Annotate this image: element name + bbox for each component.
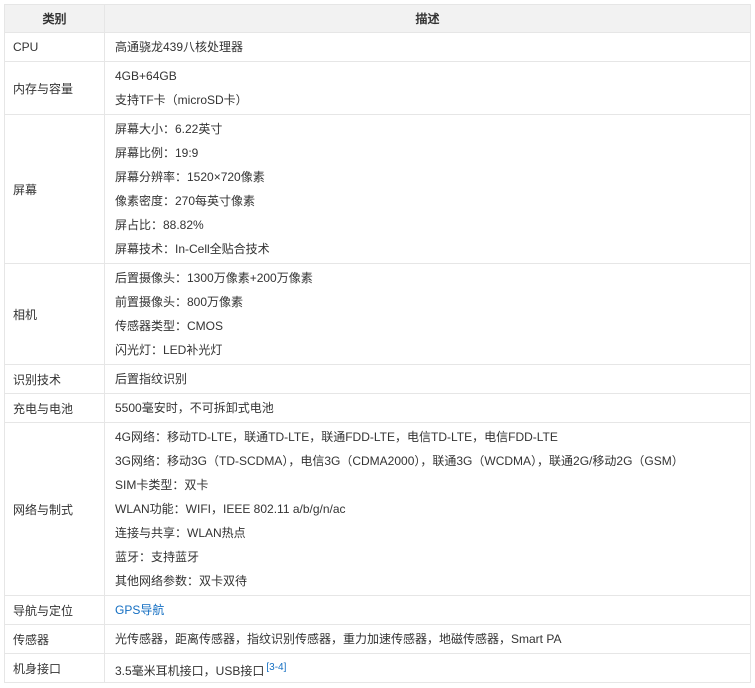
row-description: 5500毫安时，不可拆卸式电池 [104,393,751,423]
row-line: 3G网络：移动3G（TD-SCDMA），电信3G（CDMA2000），联通3G（… [115,454,684,468]
table-row: 导航与定位 GPS导航 [4,595,751,625]
row-line: WLAN功能：WIFI，IEEE 802.11 a/b/g/n/ac [115,502,346,516]
row-line: 光传感器，距离传感器，指纹识别传感器，重力加速传感器，地磁传感器，Smart P… [115,632,562,646]
gps-navigation-link[interactable]: GPS导航 [115,603,164,617]
row-category: 充电与电池 [4,393,105,423]
row-line: 3.5毫米耳机接口，USB接口 [115,664,265,678]
row-line: 屏幕比例：19:9 [115,146,199,160]
row-description: 高通骁龙439八核处理器 [104,32,751,62]
row-line: 4GB+64GB [115,69,177,83]
row-description: 后置指纹识别 [104,364,751,394]
row-line: 后置指纹识别 [115,372,188,386]
row-description: 3.5毫米耳机接口，USB接口 [3-4] [104,653,751,683]
row-line: 像素密度：270每英寸像素 [115,194,256,208]
table-row: 传感器 光传感器，距离传感器，指纹识别传感器，重力加速传感器，地磁传感器，Sma… [4,624,751,654]
row-line: 后置摄像头：1300万像素+200万像素 [115,271,313,285]
table-row: 屏幕 屏幕大小：6.22英寸 屏幕比例：19:9 屏幕分辨率：1520×720像… [4,114,751,264]
row-description: 光传感器，距离传感器，指纹识别传感器，重力加速传感器，地磁传感器，Smart P… [104,624,751,654]
row-line: 屏幕大小：6.22英寸 [115,122,223,136]
row-description: GPS导航 [104,595,751,625]
header-description: 描述 [104,4,751,33]
row-line: SIM卡类型：双卡 [115,478,209,492]
row-line: 其他网络参数：双卡双待 [115,574,248,588]
table-row: 充电与电池 5500毫安时，不可拆卸式电池 [4,393,751,423]
row-description: 4G网络：移动TD-LTE，联通TD-LTE，联通FDD-LTE，电信TD-LT… [104,422,751,596]
table-row: 内存与容量 4GB+64GB 支持TF卡（microSD卡） [4,61,751,115]
row-line: 4G网络：移动TD-LTE，联通TD-LTE，联通FDD-LTE，电信TD-LT… [115,430,558,444]
spec-table: 类别 描述 CPU 高通骁龙439八核处理器 内存与容量 4GB+64GB 支持… [4,4,751,683]
row-line: 前置摄像头：800万像素 [115,295,244,309]
row-category: 相机 [4,263,105,365]
table-row: 相机 后置摄像头：1300万像素+200万像素 前置摄像头：800万像素 传感器… [4,263,751,365]
row-line: 闪光灯：LED补光灯 [115,343,223,357]
table-row: 识别技术 后置指纹识别 [4,364,751,394]
header-category: 类别 [4,4,105,33]
row-category: 机身接口 [4,653,105,683]
row-category: 屏幕 [4,114,105,264]
row-category: 传感器 [4,624,105,654]
table-header-row: 类别 描述 [4,4,751,33]
row-description: 后置摄像头：1300万像素+200万像素 前置摄像头：800万像素 传感器类型：… [104,263,751,365]
row-line: 屏幕分辨率：1520×720像素 [115,170,265,184]
spec-table-container: 类别 描述 CPU 高通骁龙439八核处理器 内存与容量 4GB+64GB 支持… [0,0,755,683]
row-line: 蓝牙：支持蓝牙 [115,550,200,564]
row-line: 屏幕技术：In-Cell全贴合技术 [115,242,270,256]
row-category: 内存与容量 [4,61,105,115]
row-line: 连接与共享：WLAN热点 [115,526,246,540]
table-row: CPU 高通骁龙439八核处理器 [4,32,751,62]
row-line: 高通骁龙439八核处理器 [115,40,244,54]
row-line: 支持TF卡（microSD卡） [115,93,248,107]
row-category: 导航与定位 [4,595,105,625]
row-line: 5500毫安时，不可拆卸式电池 [115,401,274,415]
table-row: 网络与制式 4G网络：移动TD-LTE，联通TD-LTE，联通FDD-LTE，电… [4,422,751,596]
table-row: 机身接口 3.5毫米耳机接口，USB接口 [3-4] [4,653,751,683]
row-category: 识别技术 [4,364,105,394]
row-description: 4GB+64GB 支持TF卡（microSD卡） [104,61,751,115]
row-category: CPU [4,32,105,62]
row-description: 屏幕大小：6.22英寸 屏幕比例：19:9 屏幕分辨率：1520×720像素 像… [104,114,751,264]
reference-link[interactable]: [3-4] [266,662,286,673]
row-line: 屏占比：88.82% [115,218,204,232]
row-category: 网络与制式 [4,422,105,596]
row-line: 传感器类型：CMOS [115,319,224,333]
